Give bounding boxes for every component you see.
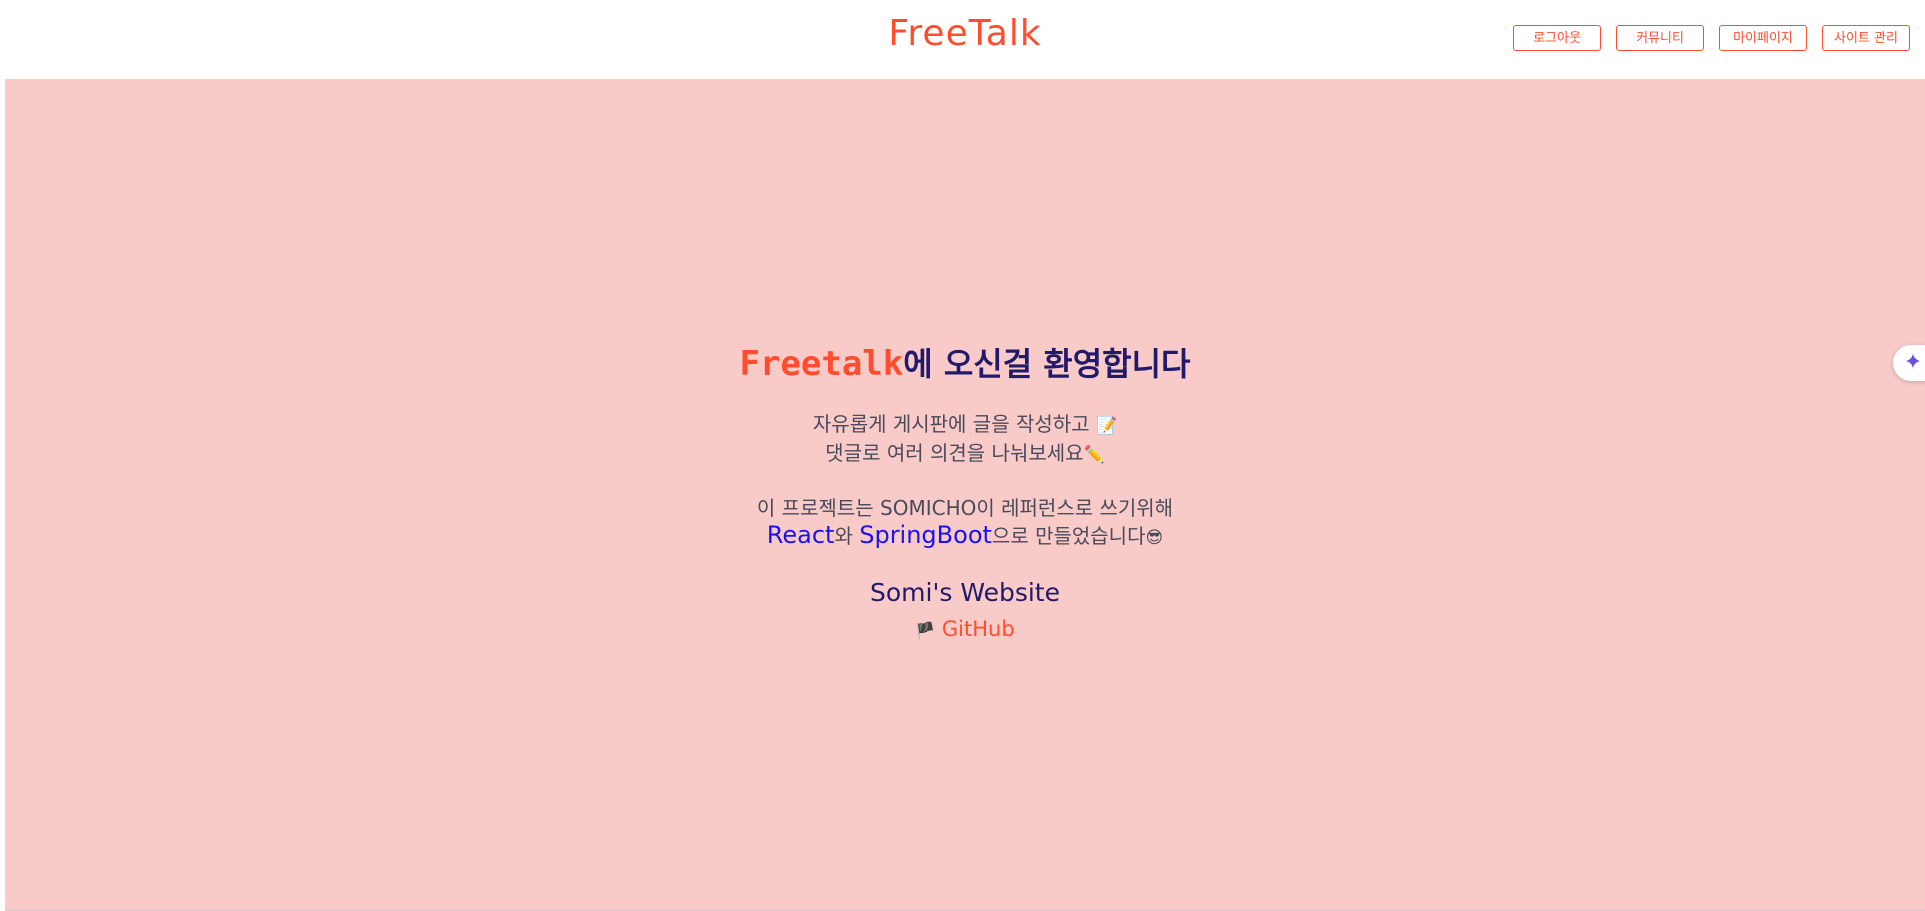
hero-content: Freetalk에 오신걸 환영합니다 자유롭게 게시판에 글을 작성하고 📝 … xyxy=(5,341,1925,646)
project-line-2-rest: 으로 만들었습니다 xyxy=(991,524,1146,548)
sparkle-side-button[interactable]: ✦ xyxy=(1893,345,1925,381)
page: FreeTalk 로그아웃 커뮤니티 마이페이지 사이트 관리 Freetalk… xyxy=(0,0,1925,911)
react-label: React xyxy=(766,521,835,549)
top-header: FreeTalk 로그아웃 커뮤니티 마이페이지 사이트 관리 xyxy=(5,0,1925,79)
description-line-2: 댓글로 여러 의견을 나눠보세요✏️ xyxy=(5,440,1925,469)
sparkle-icon: ✦ xyxy=(1903,350,1923,375)
description-text-2: 댓글로 여러 의견을 나눠보세요 xyxy=(825,441,1084,465)
logout-button[interactable]: 로그아웃 xyxy=(1513,25,1601,51)
top-nav: 로그아웃 커뮤니티 마이페이지 사이트 관리 xyxy=(1513,25,1910,51)
description-line-1: 자유롭게 게시판에 글을 작성하고 📝 xyxy=(5,411,1925,440)
community-button[interactable]: 커뮤니티 xyxy=(1616,25,1704,51)
sunglasses-icon: 😎 xyxy=(1145,528,1164,548)
hero-section: Freetalk에 오신걸 환영합니다 자유롭게 게시판에 글을 작성하고 📝 … xyxy=(5,79,1925,911)
welcome-title: Freetalk에 오신걸 환영합니다 xyxy=(5,341,1925,387)
description: 자유롭게 게시판에 글을 작성하고 📝 댓글로 여러 의견을 나눠보세요✏️ xyxy=(5,411,1925,469)
description-text-1: 자유롭게 게시판에 글을 작성하고 xyxy=(812,412,1090,436)
somi-website-link[interactable]: Somi's Website xyxy=(5,576,1925,610)
project-line-2: React와 SpringBoot으로 만들었습니다😎 xyxy=(5,522,1925,552)
github-link[interactable]: GitHub xyxy=(942,617,1015,641)
project-info: 이 프로젝트는 SOMICHO이 레퍼런스로 쓰기위해 React와 Sprin… xyxy=(5,495,1925,552)
mypage-button[interactable]: 마이페이지 xyxy=(1719,25,1807,51)
title-brand: Freetalk xyxy=(739,344,904,384)
title-rest: 에 오신걸 환영합니다 xyxy=(903,345,1191,383)
pencil-icon: ✏️ xyxy=(1083,445,1105,465)
memo-icon: 📝 xyxy=(1095,416,1118,436)
github-link-row[interactable]: 🏴 GitHub xyxy=(5,614,1925,646)
project-line-1: 이 프로젝트는 SOMICHO이 레퍼런스로 쓰기위해 xyxy=(756,496,1174,520)
springboot-label: SpringBoot xyxy=(859,521,992,549)
site-admin-button[interactable]: 사이트 관리 xyxy=(1822,25,1910,51)
tech-joiner: 와 xyxy=(834,524,860,548)
flag-icon: 🏴 xyxy=(915,621,936,640)
